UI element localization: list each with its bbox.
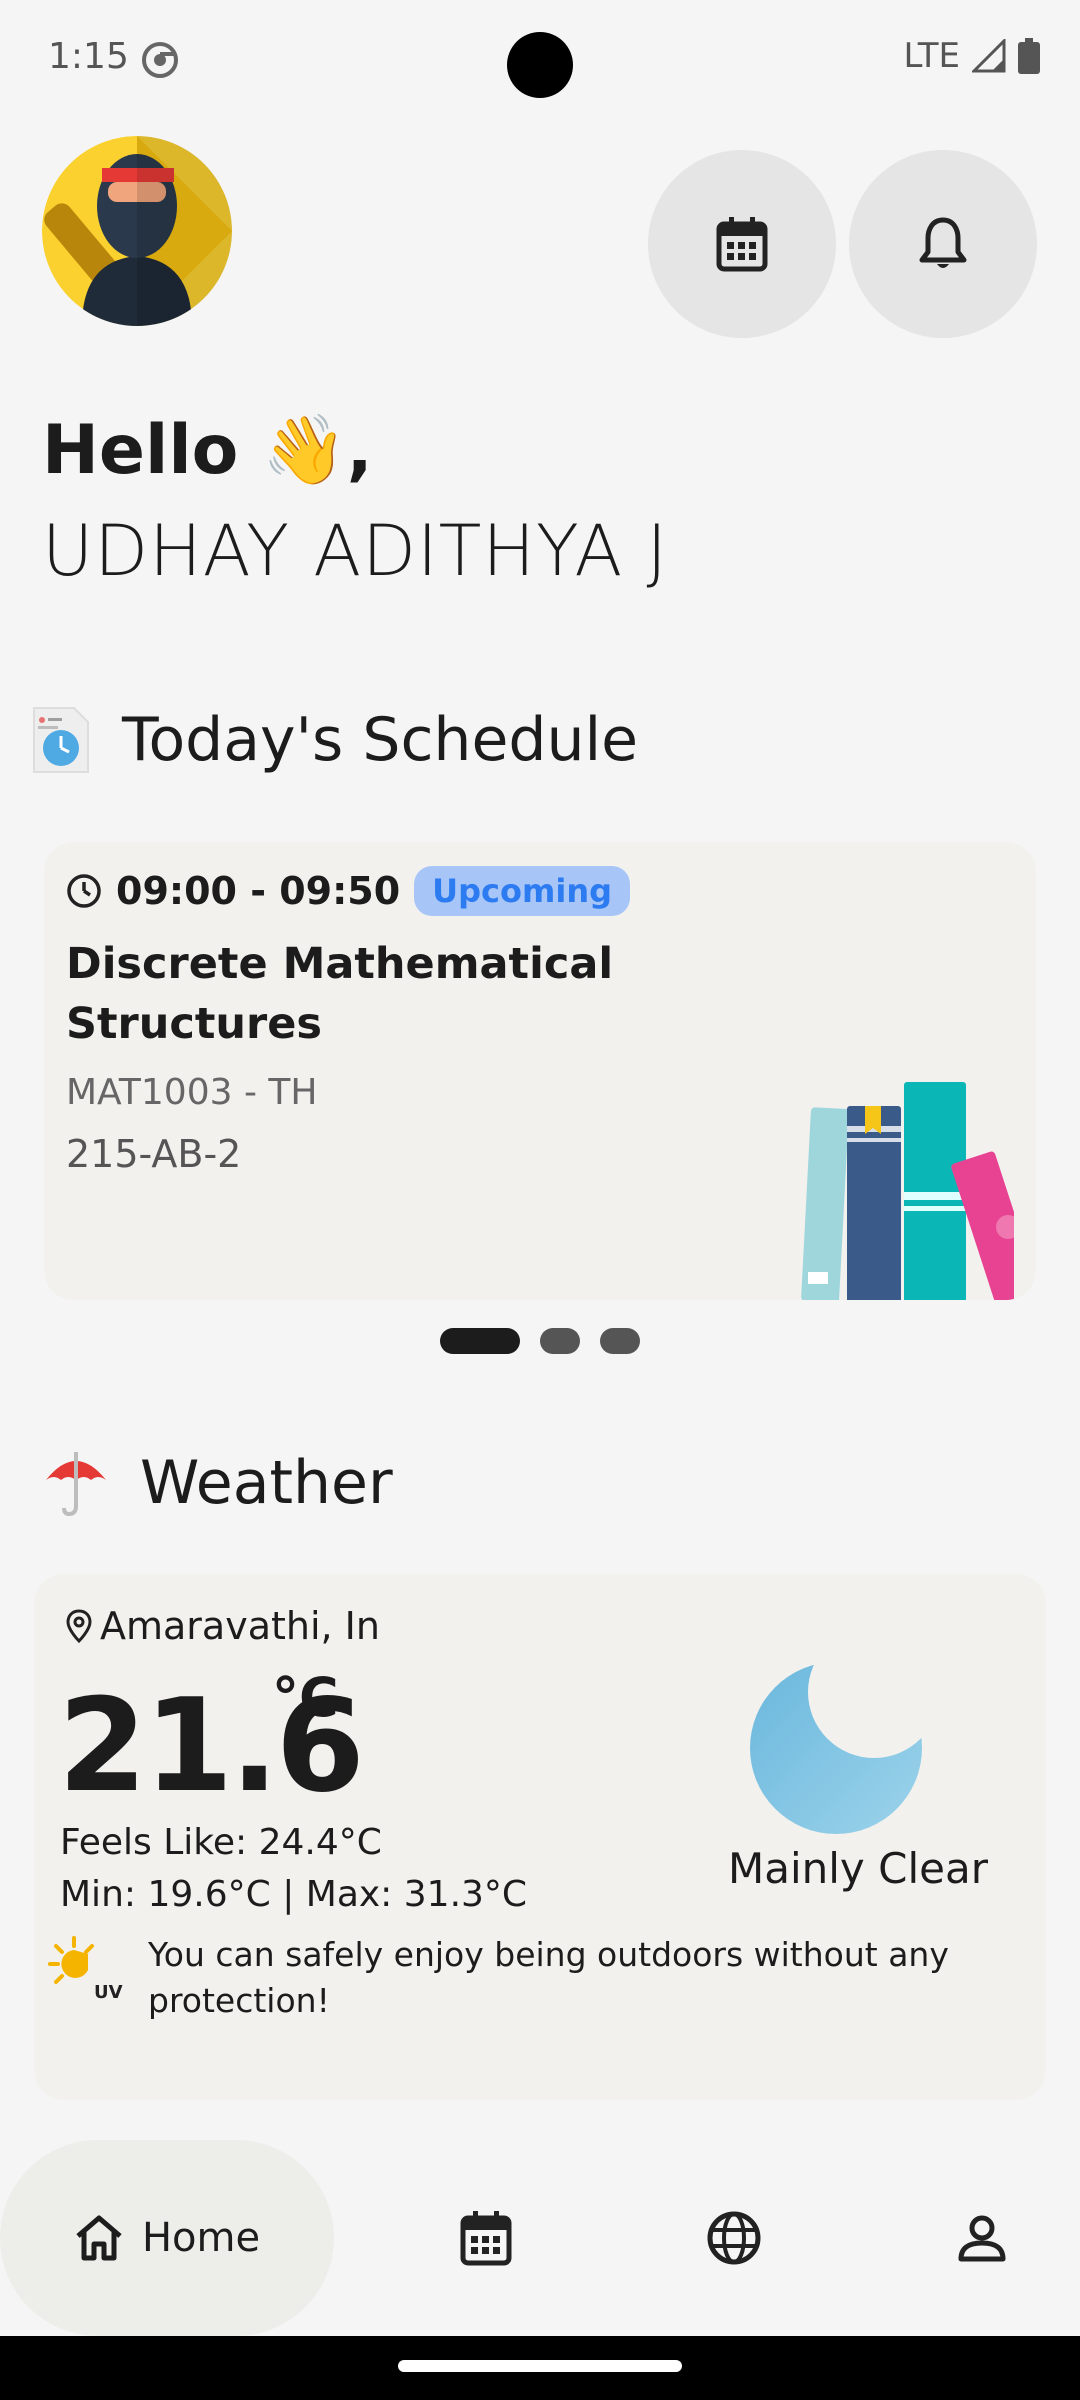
temperature-unit: °C [272,1666,339,1729]
username-text: UDHAY ADITHYA J [42,510,669,592]
schedule-title: Today's Schedule [122,705,639,775]
avatar[interactable] [42,136,232,326]
clock-icon [67,874,101,908]
status-badge: Upcoming [414,866,630,916]
chrome-icon [142,42,178,78]
pager-dot-active[interactable] [440,1328,520,1354]
books-illustration [801,1082,1014,1300]
nav-globe[interactable] [704,2208,764,2268]
uv-label: UV [94,1982,123,2003]
notifications-button[interactable] [849,150,1037,338]
network-label: LTE [903,36,960,76]
camera-cutout [507,32,573,98]
nav-calendar[interactable] [456,2208,516,2268]
schedule-pager [0,1328,1080,1354]
pager-dot[interactable] [600,1328,640,1354]
calendar-button[interactable] [648,150,836,338]
course-room: 215-AB-2 [66,1132,242,1176]
min-max-text: Min: 19.6°C | Max: 31.3°C [60,1874,528,1915]
calendar-icon [460,2211,512,2266]
class-time: 09:00 - 09:50 [116,869,401,913]
weather-header: Weather [44,1448,393,1518]
uv-sun-icon: UV [48,1936,123,2003]
globe-icon [707,2211,761,2265]
umbrella-icon [46,1452,106,1517]
schedule-clock-icon [33,707,89,773]
home-gesture-pill[interactable] [398,2360,682,2372]
app-screen: 1:15 LTE Hello 👋, UDHAY ADITHYA J Today'… [0,0,1080,2400]
greeting-text: Hello 👋, [42,411,373,490]
class-time-row: 09:00 - 09:50 Upcoming [66,866,630,916]
feels-like-text: Feels Like: 24.4°C [60,1822,382,1863]
weather-location: Amaravathi, In [64,1604,380,1648]
nav-home-label: Home [141,2215,261,2261]
battery-icon [1018,38,1040,74]
status-bar: 1:15 LTE [0,0,1080,120]
weather-condition: Mainly Clear [728,1844,988,1893]
pager-dot[interactable] [540,1328,580,1354]
schedule-card[interactable]: 09:00 - 09:50 Upcoming Discrete Mathemat… [44,842,1036,1300]
weather-title: Weather [140,1448,393,1518]
schedule-header: Today's Schedule [30,704,638,776]
weather-card[interactable]: Amaravathi, In 21.6 °C Feels Like: 24.4°… [34,1574,1046,2100]
signal-icon [972,39,1006,73]
course-code: MAT1003 - TH [66,1072,318,1113]
moon-icon [750,1662,922,1834]
status-time: 1:15 [48,36,129,77]
status-indicators: LTE [903,36,1040,76]
course-name: Discrete Mathematical Structures [66,939,614,1049]
location-pin-icon [66,1609,92,1644]
gesture-bar [0,2336,1080,2400]
calendar-icon [716,217,768,272]
profile-icon [958,2215,1006,2262]
bell-icon [919,217,967,268]
ninja-avatar-image [42,136,232,326]
bottom-navigation: Home [0,2140,1080,2336]
home-icon [76,2215,122,2261]
nav-home[interactable]: Home [0,2140,334,2336]
location-text: Amaravathi, In [100,1604,380,1648]
uv-message: You can safely enjoy being outdoors with… [148,1935,949,2020]
nav-profile[interactable] [952,2208,1012,2268]
